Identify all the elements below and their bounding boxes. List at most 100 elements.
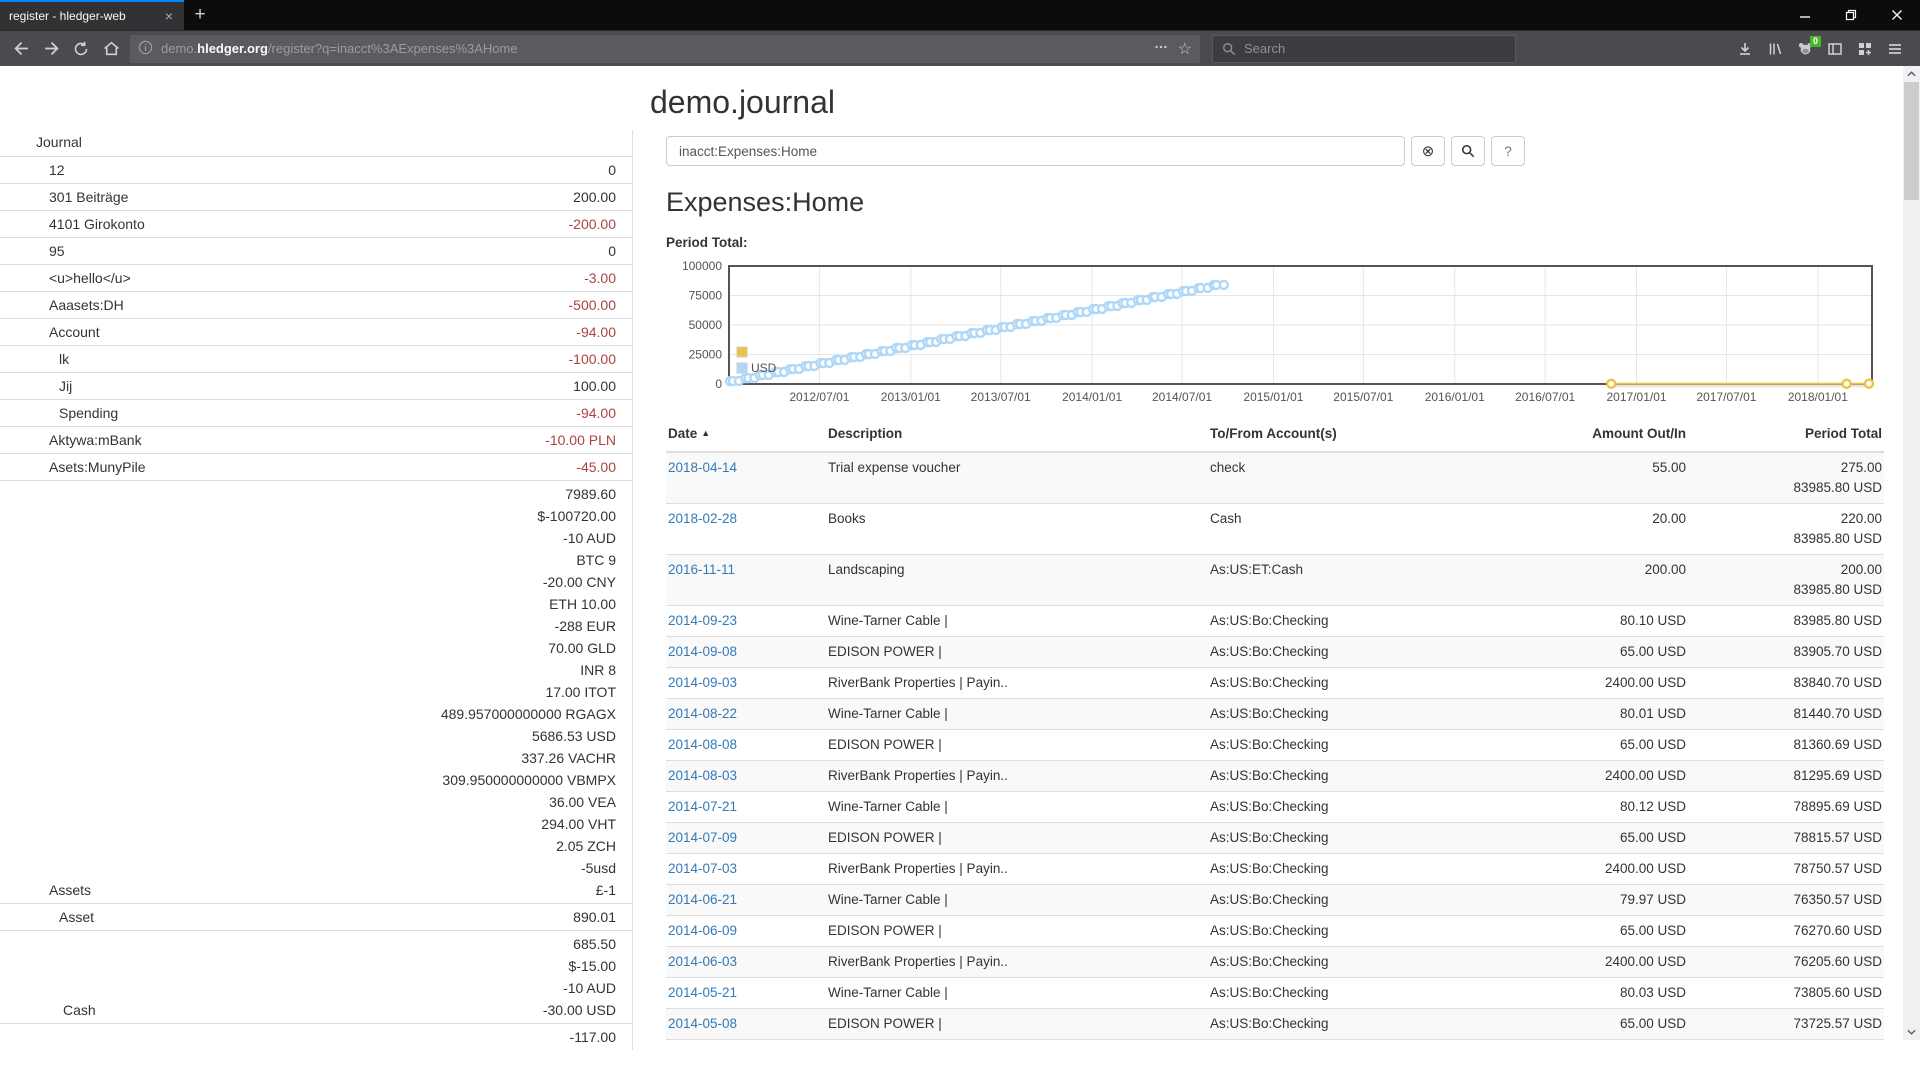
transaction-date-link[interactable]: 2014-06-21 bbox=[668, 892, 737, 907]
menu-hamburger-icon[interactable] bbox=[1880, 35, 1910, 63]
account-link[interactable]: Asets:MunyPile bbox=[49, 459, 145, 475]
transaction-period-total: 76205.60 USD bbox=[1688, 947, 1884, 978]
scrollbar-thumb[interactable] bbox=[1904, 82, 1919, 200]
transaction-date-link[interactable]: 2014-09-08 bbox=[668, 644, 737, 659]
transaction-period-total: 76270.60 USD bbox=[1688, 916, 1884, 947]
account-link[interactable]: 4101 Girokonto bbox=[49, 216, 145, 232]
page-scrollbar[interactable] bbox=[1903, 66, 1920, 1040]
transaction-date-link[interactable]: 2014-09-23 bbox=[668, 613, 737, 628]
help-label: ? bbox=[1504, 143, 1512, 159]
greasemonkey-extension-icon[interactable]: 0 bbox=[1790, 35, 1820, 63]
register-row: 2014-06-21Wine-Tarner Cable |As:US:Bo:Ch… bbox=[666, 885, 1884, 916]
account-balance: -200.00 bbox=[273, 211, 632, 238]
tab-close-icon[interactable]: × bbox=[163, 8, 175, 24]
register-row: 2014-05-08EDISON POWER |As:US:Bo:Checkin… bbox=[666, 1009, 1884, 1040]
account-link[interactable]: 12 bbox=[49, 162, 65, 178]
transaction-date-link[interactable]: 2014-06-09 bbox=[668, 923, 737, 938]
account-link[interactable]: 301 Beiträge bbox=[49, 189, 128, 205]
clear-query-button[interactable]: ⊗ bbox=[1411, 136, 1445, 166]
transaction-amount: 80.10 USD bbox=[1518, 606, 1688, 637]
sidebar-account-row: Jij100.00 bbox=[0, 373, 632, 400]
register-table-body: 2018-04-14Trial expense vouchercheck55.0… bbox=[666, 452, 1884, 1070]
home-icon[interactable] bbox=[96, 35, 126, 63]
account-link[interactable]: Assets bbox=[49, 882, 91, 898]
transaction-description: EDISON POWER | bbox=[826, 823, 1208, 854]
account-link[interactable]: Cash bbox=[63, 1002, 96, 1018]
register-row: 2014-08-03RiverBank Properties | Payin..… bbox=[666, 761, 1884, 792]
window-restore-button[interactable] bbox=[1828, 0, 1874, 30]
transaction-date-link[interactable]: 2014-07-09 bbox=[668, 830, 737, 845]
transaction-date-link[interactable]: 2014-05-08 bbox=[668, 1016, 737, 1031]
window-minimize-button[interactable] bbox=[1782, 0, 1828, 30]
sidebar-account-row: Cash685.50$-15.00-10 AUD-30.00 USD bbox=[0, 931, 632, 1024]
transaction-date-link[interactable]: 2014-08-22 bbox=[668, 706, 737, 721]
transaction-date-link[interactable]: 2014-09-03 bbox=[668, 675, 737, 690]
scroll-up-icon[interactable] bbox=[1903, 66, 1920, 82]
help-button[interactable]: ? bbox=[1491, 136, 1525, 166]
account-balance: -3.00 bbox=[273, 265, 632, 292]
transaction-date-link[interactable]: 2014-05-21 bbox=[668, 985, 737, 1000]
account-link[interactable]: lk bbox=[59, 351, 69, 367]
back-icon[interactable] bbox=[6, 35, 36, 63]
transaction-account: As:US:Bo:Checking bbox=[1208, 730, 1518, 761]
accounts-table: 120301 Beiträge200.004101 Girokonto-200.… bbox=[0, 156, 632, 1050]
window-close-button[interactable] bbox=[1874, 0, 1920, 30]
account-link[interactable]: Aktywa:mBank bbox=[49, 432, 142, 448]
register-row: 2014-05-21Wine-Tarner Cable |As:US:Bo:Ch… bbox=[666, 978, 1884, 1009]
browser-tab[interactable]: register - hledger-web × bbox=[0, 0, 184, 30]
url-bar[interactable]: demo.hledger.org/register?q=inacct%3AExp… bbox=[130, 35, 1200, 63]
bookmark-star-icon[interactable]: ☆ bbox=[1178, 39, 1192, 59]
account-balance: -94.00 bbox=[273, 400, 632, 427]
account-link[interactable]: Aaasets:DH bbox=[49, 297, 124, 313]
account-link[interactable]: Jij bbox=[59, 378, 72, 394]
transaction-date-link[interactable]: 2014-07-21 bbox=[668, 799, 737, 814]
transaction-account: As:US:Bo:Checking bbox=[1208, 606, 1518, 637]
search-button[interactable] bbox=[1451, 136, 1485, 166]
sidebar-account-row: Account-94.00 bbox=[0, 319, 632, 346]
account-balance: -10.00 PLN bbox=[273, 427, 632, 454]
transaction-period-total: 73725.57 USD bbox=[1688, 1009, 1884, 1040]
journal-link[interactable]: Journal bbox=[0, 130, 632, 156]
account-link[interactable]: Spending bbox=[59, 405, 118, 421]
svg-text:2017/01/01: 2017/01/01 bbox=[1607, 390, 1667, 404]
transaction-date-link[interactable]: 2018-02-28 bbox=[668, 511, 737, 526]
transaction-date-link[interactable]: 2018-04-14 bbox=[668, 460, 737, 475]
register-row: 2014-08-08 EDISON POWER |As:US:Bo:Checkin… bbox=[666, 730, 1884, 761]
new-tab-button[interactable]: + bbox=[184, 0, 216, 30]
register-row: 2014-07-21Wine-Tarner Cable |As:US:Bo:Ch… bbox=[666, 792, 1884, 823]
transaction-date-link[interactable]: 2014-08-08 bbox=[668, 737, 737, 752]
forward-icon[interactable] bbox=[36, 35, 66, 63]
transaction-account: As:US:Bo:Checking bbox=[1208, 823, 1518, 854]
svg-text:75000: 75000 bbox=[689, 289, 723, 303]
period-total-chart: 02500050000750001000002012/07/012013/01/… bbox=[666, 252, 1906, 404]
transaction-date-link[interactable]: 2014-08-03 bbox=[668, 768, 737, 783]
transaction-date-link[interactable]: 2014-07-03 bbox=[668, 861, 737, 876]
scroll-down-icon[interactable] bbox=[1903, 1024, 1920, 1040]
account-link[interactable]: 95 bbox=[49, 243, 65, 259]
transaction-description: EDISON POWER | bbox=[826, 730, 1208, 761]
transaction-account: As:US:Bo:Checking bbox=[1208, 916, 1518, 947]
register-row: 2016-11-11LandscapingAs:US:ET:Cash200.00… bbox=[666, 555, 1884, 606]
sort-ascending-icon: ▲ bbox=[701, 428, 710, 438]
svg-text:2013/01/01: 2013/01/01 bbox=[881, 390, 941, 404]
search-icon bbox=[1222, 42, 1236, 56]
transaction-amount: 200.00 bbox=[1518, 555, 1688, 606]
library-icon[interactable] bbox=[1760, 35, 1790, 63]
page-actions-icon[interactable] bbox=[1154, 40, 1168, 57]
sidebars-icon[interactable] bbox=[1820, 35, 1850, 63]
download-icon[interactable] bbox=[1730, 35, 1760, 63]
account-link[interactable]: <u>hello</u> bbox=[49, 270, 131, 286]
transaction-date-link[interactable]: 2016-11-11 bbox=[668, 562, 735, 577]
reload-icon[interactable] bbox=[66, 35, 96, 63]
browser-search-box[interactable]: Search bbox=[1212, 35, 1516, 63]
account-heading: Expenses:Home bbox=[666, 187, 1884, 218]
account-balance: 200.00 bbox=[273, 184, 632, 211]
query-input[interactable] bbox=[666, 136, 1405, 166]
transaction-amount: 65.00 USD bbox=[1518, 730, 1688, 761]
column-header-date[interactable]: Date▲ bbox=[666, 417, 826, 452]
apps-grid-icon[interactable] bbox=[1850, 35, 1880, 63]
account-link[interactable]: Asset bbox=[59, 909, 94, 925]
transaction-date-link[interactable]: 2014-06-03 bbox=[668, 954, 737, 969]
account-link[interactable]: Account bbox=[49, 324, 100, 340]
site-info-icon[interactable] bbox=[138, 40, 153, 58]
